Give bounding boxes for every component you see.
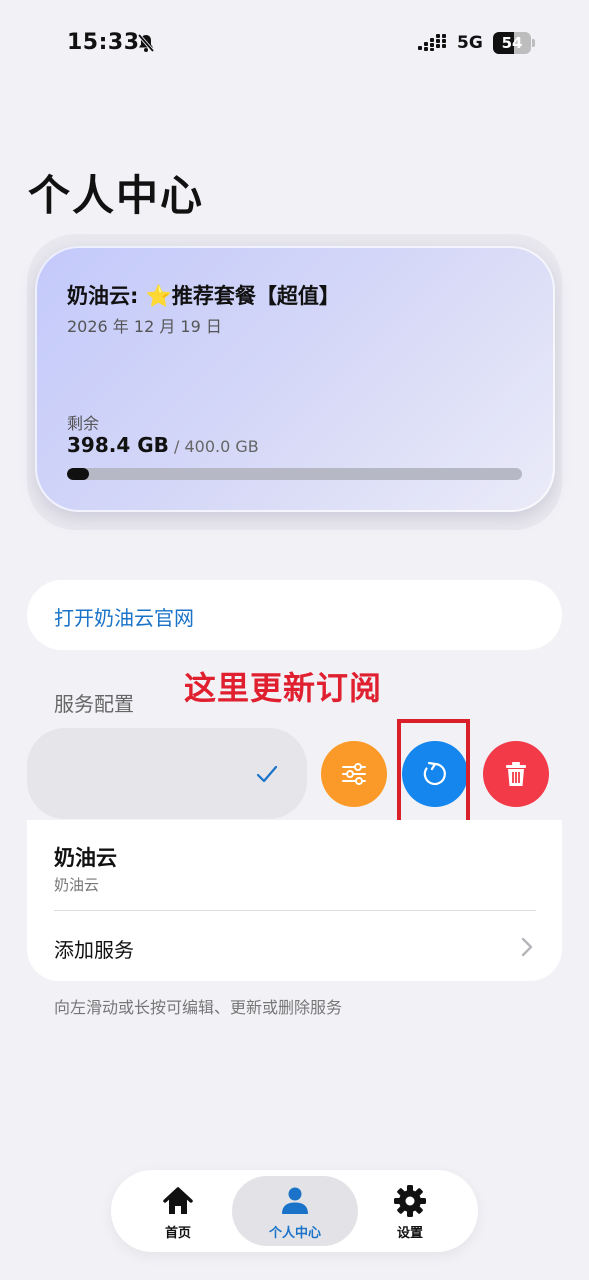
tab-home-label: 首页: [164, 1226, 191, 1241]
open-website-button[interactable]: 打开奶油云官网: [27, 580, 562, 650]
network-type: 5G: [457, 33, 483, 53]
person-icon: [282, 1187, 308, 1214]
signal-icon: [418, 34, 446, 51]
service-subtitle: 奶油云: [54, 876, 100, 894]
services-section-label: 服务配置: [54, 692, 134, 716]
service-name: 奶油云: [54, 846, 117, 870]
battery-icon: 54: [493, 32, 535, 54]
profile-screen: 15:33 5G 54 个人中心 奶油云: ⭐推荐套餐【超值】 2026 年 1…: [0, 0, 589, 1280]
service-row-swiped[interactable]: [27, 728, 307, 819]
edit-service-button[interactable]: [321, 741, 387, 807]
remaining-label: 剩余: [67, 414, 100, 433]
home-icon: [163, 1187, 193, 1214]
plan-expiry-date: 2026 年 12 月 19 日: [67, 317, 222, 336]
tab-home[interactable]: 首页: [123, 1170, 233, 1252]
bell-slash-icon: [137, 33, 155, 53]
usage-progress-fill: [67, 468, 89, 480]
usage-progress-bar: [67, 468, 522, 480]
sliders-icon: [342, 763, 366, 785]
services-hint: 向左滑动或长按可编辑、更新或删除服务: [54, 998, 343, 1017]
status-bar: 15:33 5G 54: [0, 0, 589, 88]
add-service-label: 添加服务: [54, 938, 134, 962]
annotation-highlight-box: [397, 719, 470, 825]
delete-service-button[interactable]: [483, 741, 549, 807]
tab-settings[interactable]: 设置: [355, 1170, 465, 1252]
annotation-text: 这里更新订阅: [184, 669, 383, 707]
remaining-value: 398.4 GB: [67, 433, 169, 457]
checkmark-icon: [256, 765, 278, 783]
plan-card[interactable]: 奶油云: ⭐推荐套餐【超值】 2026 年 12 月 19 日 剩余 398.4…: [35, 246, 555, 512]
chevron-right-icon: [521, 937, 533, 957]
remaining-row: 398.4 GB / 400.0 GB: [67, 433, 259, 457]
list-divider: [54, 910, 536, 911]
plan-title: 奶油云: ⭐推荐套餐【超值】: [67, 284, 340, 308]
trash-icon: [506, 762, 526, 786]
total-traffic: / 400.0 GB: [168, 437, 259, 456]
tab-settings-label: 设置: [396, 1226, 423, 1241]
services-list: 奶油云 奶油云 添加服务: [27, 820, 562, 981]
open-website-label: 打开奶油云官网: [54, 606, 194, 630]
gear-icon: [394, 1185, 426, 1217]
tab-bar: 首页 个人中心 设置: [111, 1170, 478, 1252]
page-title: 个人中心: [28, 171, 205, 220]
tab-profile-label: 个人中心: [268, 1226, 321, 1241]
status-time: 15:33: [67, 30, 140, 55]
tab-profile[interactable]: 个人中心: [232, 1170, 358, 1252]
battery-level: 54: [501, 34, 523, 52]
